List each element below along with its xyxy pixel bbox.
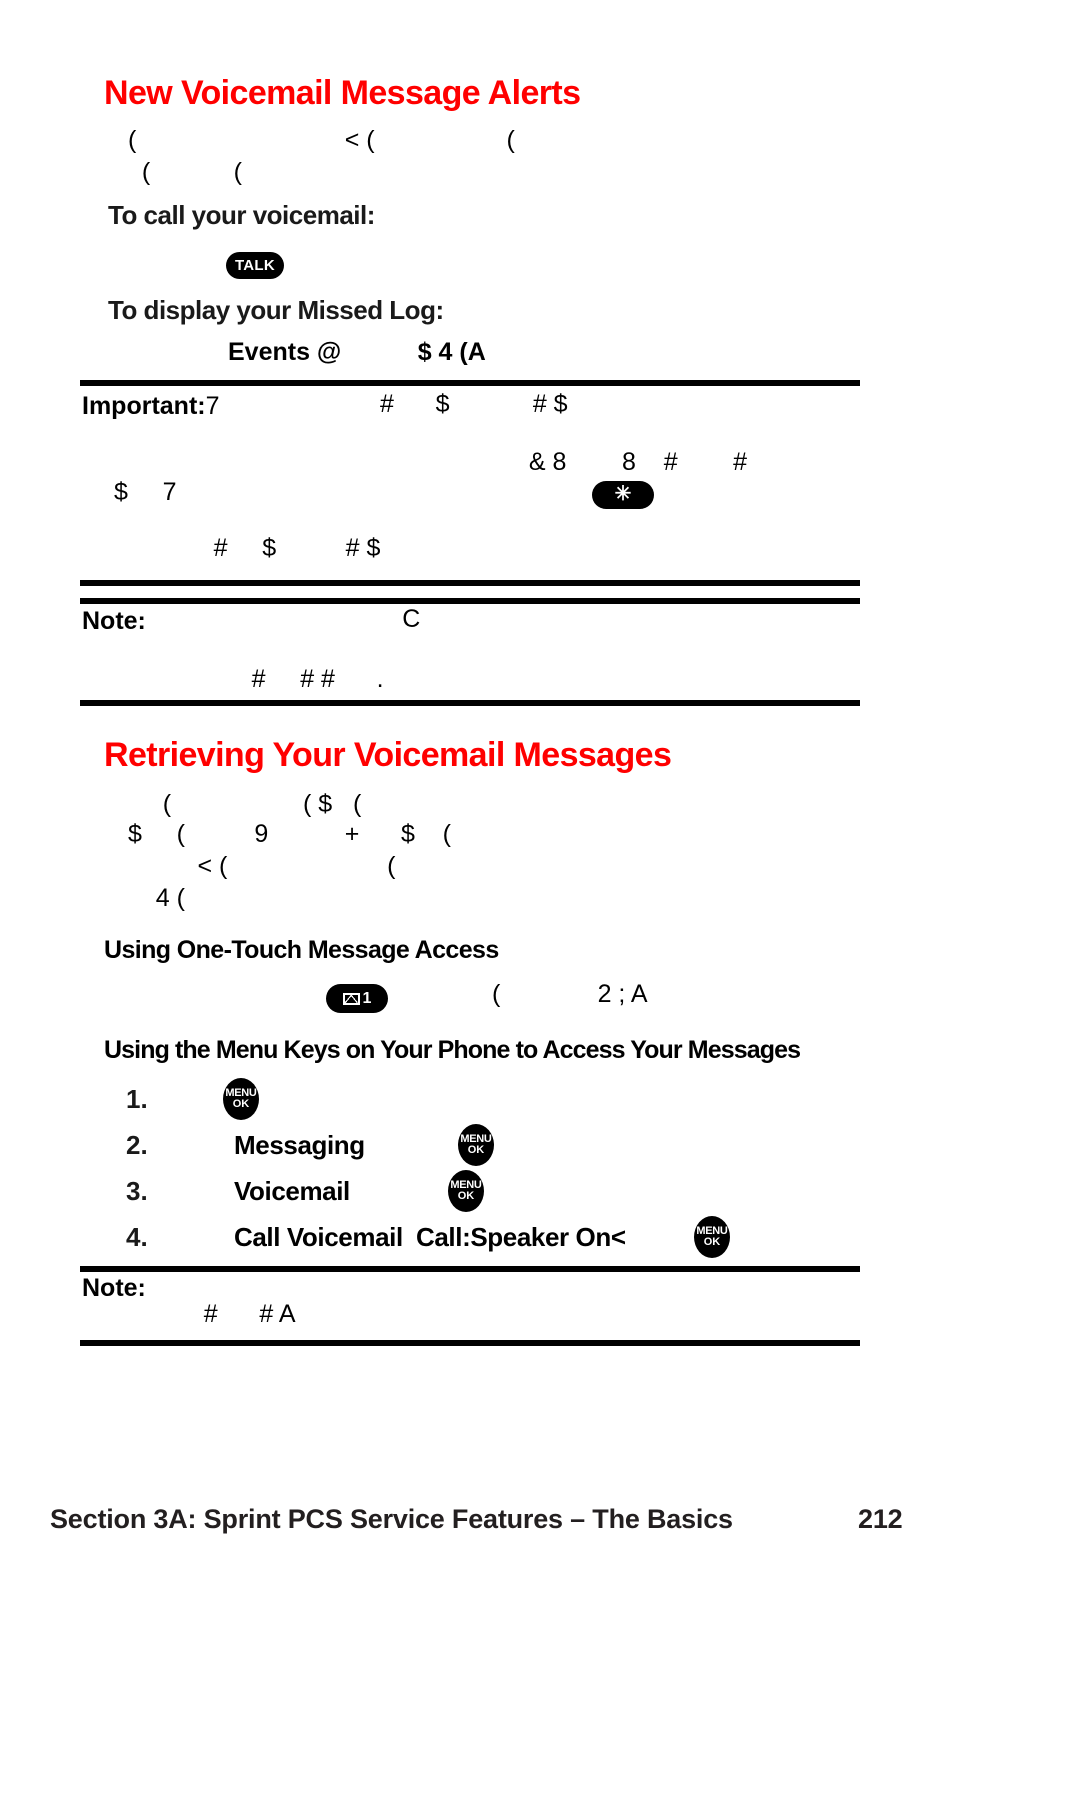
step-4-key-wrap: MENU OK bbox=[694, 1216, 730, 1258]
important-line-5: # $ # $ bbox=[172, 534, 381, 562]
note2-rule-bottom bbox=[80, 1340, 860, 1346]
important-line-1: # $ # $ bbox=[380, 390, 568, 418]
retrieving-intro-line-4: 4 ( bbox=[128, 884, 185, 912]
one-touch-line: ( 2 ; A bbox=[492, 980, 648, 1008]
retrieving-intro-line-3: < ( ( bbox=[128, 852, 396, 880]
section-heading-new-voicemail-alerts: New Voicemail Message Alerts bbox=[104, 74, 581, 112]
subheading-to-display-missed-log: To display your Missed Log: bbox=[108, 295, 444, 325]
subheading-to-call-voicemail: To call your voicemail: bbox=[108, 200, 375, 230]
note1-label: Note: bbox=[82, 607, 146, 635]
step-4-menu-item: Call Voicemail bbox=[234, 1222, 403, 1252]
subheading-one-touch-access: Using One-Touch Message Access bbox=[104, 936, 499, 964]
note1-line-3: # # # . bbox=[196, 665, 384, 693]
note2-label: Note: bbox=[82, 1274, 146, 1302]
step-3-key-wrap: MENU OK bbox=[448, 1170, 484, 1212]
intro-line-2: ( ( bbox=[128, 158, 242, 186]
voicemail-message-key-icon[interactable]: 1 bbox=[326, 984, 388, 1013]
asterisk-key-icon[interactable]: ✳ bbox=[592, 481, 654, 509]
note1-rule-top bbox=[80, 598, 860, 604]
step-4-number: 4. bbox=[126, 1222, 148, 1252]
step-2-menu-item: Messaging bbox=[234, 1130, 365, 1160]
important-label: Important: bbox=[82, 392, 206, 420]
message-key-row: 1 bbox=[326, 984, 388, 1013]
intro-line-1: ( < ( ( bbox=[128, 126, 515, 154]
subheading-menu-keys-access: Using the Menu Keys on Your Phone to Acc… bbox=[104, 1036, 801, 1064]
manual-page: New Voicemail Message Alerts ( < ( ( ( (… bbox=[0, 0, 1080, 1800]
important-rule-bottom bbox=[80, 580, 860, 586]
menu-key-line2: OK bbox=[467, 1144, 485, 1156]
menu-key-line2: OK bbox=[232, 1098, 250, 1110]
important-callout: Important:7 bbox=[82, 392, 220, 421]
asterisk-glyph: ✳ bbox=[614, 483, 632, 505]
menu-ok-key-icon[interactable]: MENU OK bbox=[448, 1170, 484, 1212]
note1-line-1: C bbox=[180, 605, 421, 633]
important-lead: 7 bbox=[205, 392, 220, 420]
step-3-number: 3. bbox=[126, 1176, 148, 1206]
menu-key-line2: OK bbox=[703, 1236, 721, 1248]
star-key-row: ✳ bbox=[592, 481, 654, 509]
important-line-3: & 8 8 # # bbox=[390, 448, 748, 476]
retrieving-intro-line-2: $ ( 9 + $ ( bbox=[128, 820, 452, 848]
note2-rule-top bbox=[80, 1266, 860, 1272]
missed-log-line: Events @ $ 4 (A bbox=[228, 338, 486, 366]
step-1-key-wrap: MENU OK bbox=[223, 1078, 259, 1120]
menu-ok-key-icon[interactable]: MENU OK bbox=[694, 1216, 730, 1258]
talk-key-row: TALK bbox=[226, 252, 284, 279]
section-heading-retrieving-voicemail: Retrieving Your Voicemail Messages bbox=[104, 736, 672, 774]
step-3-menu-item: Voicemail bbox=[234, 1176, 350, 1206]
step-2-number: 2. bbox=[126, 1130, 148, 1160]
important-rule-top bbox=[80, 380, 860, 386]
retrieving-intro-line-1: ( ( $ ( bbox=[128, 790, 362, 818]
step-1-number: 1. bbox=[126, 1084, 148, 1114]
page-number: 212 bbox=[858, 1504, 903, 1534]
message-key-number: 1 bbox=[362, 989, 372, 1007]
menu-key-line2: OK bbox=[457, 1190, 475, 1202]
menu-ok-key-icon[interactable]: MENU OK bbox=[458, 1124, 494, 1166]
step-4-menu-item-secondary: Call:Speaker On< bbox=[416, 1222, 626, 1252]
note2-line-1: # # A bbox=[176, 1300, 296, 1328]
menu-ok-key-icon[interactable]: MENU OK bbox=[223, 1078, 259, 1120]
talk-key-icon[interactable]: TALK bbox=[226, 252, 284, 279]
footer-section-label: Section 3A: Sprint PCS Service Features … bbox=[50, 1504, 733, 1534]
envelope-icon bbox=[342, 992, 360, 1005]
note1-rule-bottom bbox=[80, 700, 860, 706]
important-line-4: $ 7 bbox=[114, 478, 177, 506]
step-2-key-wrap: MENU OK bbox=[458, 1124, 494, 1166]
